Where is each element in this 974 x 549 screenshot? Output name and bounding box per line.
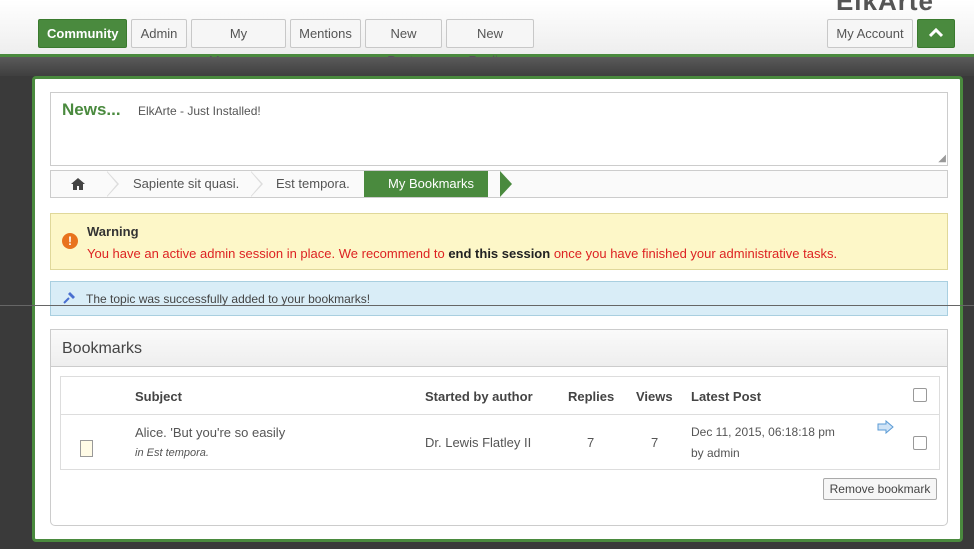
site-logo[interactable]: ElkArte [836, 0, 934, 17]
admin-warning: ! Warning You have an active admin sessi… [50, 213, 948, 270]
topic-icon [80, 440, 93, 457]
go-to-latest-icon[interactable] [877, 419, 894, 437]
top-bar: ElkArte Community Admin My Messages Ment… [0, 0, 974, 68]
select-all-checkbox[interactable] [913, 388, 927, 402]
bookmarks-title: Bookmarks [62, 340, 143, 357]
nav-my-messages[interactable]: My Messages [191, 19, 286, 68]
breadcrumb-item-topic[interactable]: Est tempora. [276, 171, 350, 197]
topic-replies: 7 [587, 435, 595, 450]
info-message: The topic was successfully added to your… [50, 281, 948, 316]
breadcrumb-arrow [500, 171, 512, 197]
info-text: The topic was successfully added to your… [86, 292, 371, 306]
nav-community[interactable]: Community [38, 19, 127, 48]
news-box: News... ElkArte - Just Installed! ◢ [50, 92, 948, 166]
breadcrumb-item-board[interactable]: Sapiente sit quasi. [133, 171, 239, 197]
topic-subject-link[interactable]: Alice. 'But you're so easily [135, 425, 285, 440]
nav-admin[interactable]: Admin [131, 19, 187, 48]
column-latest-post[interactable]: Latest Post [691, 389, 761, 404]
overlay-line [0, 305, 974, 306]
breadcrumb: Sapiente sit quasi. Est tempora. My Book… [50, 170, 948, 198]
home-icon [70, 178, 86, 194]
topic-author[interactable]: Dr. Lewis Flatley II [425, 435, 531, 450]
warning-text: You have an active admin session in plac… [87, 246, 838, 261]
bookmarks-header: Bookmarks [50, 329, 948, 367]
column-subject[interactable]: Subject [135, 389, 182, 404]
topic-views: 7 [651, 435, 659, 450]
topic-board[interactable]: in Est tempora. [135, 447, 209, 459]
my-account-button[interactable]: My Account [827, 19, 913, 48]
latest-post-author[interactable]: by admin [691, 446, 740, 460]
breadcrumb-item-current[interactable]: My Bookmarks [364, 171, 488, 197]
column-replies[interactable]: Replies [568, 389, 614, 404]
bookmarks-table: Subject Started by author Replies Views … [60, 376, 940, 470]
header-shadow-bar [0, 57, 974, 76]
chevron-up-icon [928, 25, 944, 42]
row-divider [61, 414, 939, 415]
latest-post-date: Dec 11, 2015, 06:18:18 pm [691, 425, 835, 439]
resize-grip-icon[interactable]: ◢ [938, 153, 946, 164]
news-text: ElkArte - Just Installed! [138, 104, 261, 118]
collapse-header-button[interactable] [917, 19, 955, 48]
end-session-link[interactable]: end this session [448, 246, 550, 261]
column-started-by[interactable]: Started by author [425, 389, 533, 404]
nav-mentions[interactable]: Mentions [290, 19, 361, 48]
news-title: News... [62, 100, 121, 119]
remove-bookmark-button[interactable]: Remove bookmark [823, 478, 937, 500]
nav-new-posts[interactable]: New Posts [365, 19, 442, 68]
warning-icon: ! [62, 233, 78, 249]
main-panel: News... ElkArte - Just Installed! ◢ Sapi… [32, 76, 963, 542]
row-checkbox[interactable] [913, 436, 927, 450]
nav-new-replies[interactable]: New Replies [446, 19, 534, 68]
column-views[interactable]: Views [636, 389, 673, 404]
warning-title: Warning [87, 224, 139, 239]
bookmarks-content: Subject Started by author Replies Views … [50, 366, 948, 526]
breadcrumb-home[interactable] [70, 171, 86, 197]
